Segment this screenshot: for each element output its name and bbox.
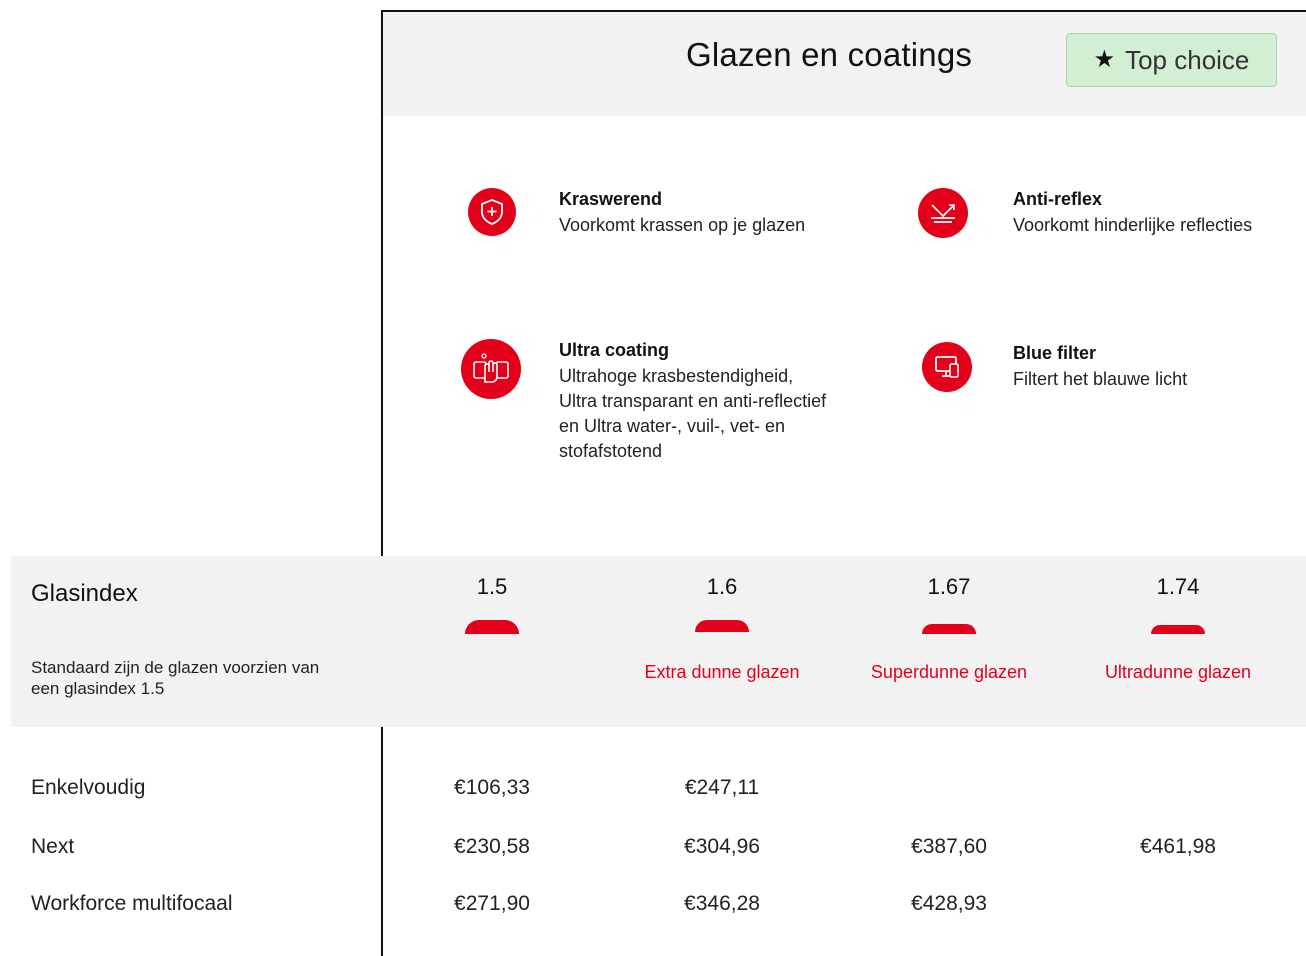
feature-blue-filter: Blue filter Filtert het blauwe licht <box>922 342 1283 392</box>
glasindex-option-1-74[interactable]: 1.74 Ultradunne glazen <box>1098 574 1258 685</box>
glasindex-note-text: Standaard zijn de glazen voorzien van ee… <box>31 658 320 698</box>
glasindex-label: Ultradunne glazen <box>1104 662 1252 682</box>
lens-shape-icon <box>465 620 519 634</box>
ultra-coating-icon <box>461 339 521 399</box>
top-choice-label: Top choice <box>1125 44 1250 75</box>
price-cell[interactable]: €247,11 <box>642 776 802 800</box>
coatings-panel <box>381 10 1306 956</box>
glasindex-value: 1.6 <box>706 574 738 599</box>
price-row-label-next: Next <box>31 835 75 858</box>
shield-plus-icon <box>468 188 516 236</box>
anti-reflex-icon <box>918 188 968 238</box>
price-cell[interactable]: €346,28 <box>642 892 802 916</box>
price-cell[interactable]: €230,58 <box>412 835 572 859</box>
page-title: Glazen en coatings <box>686 36 973 73</box>
price-row-label-enkelvoudig: Enkelvoudig <box>31 776 146 799</box>
price-cell[interactable]: €428,93 <box>869 892 1029 916</box>
glasindex-note: Standaard zijn de glazen voorzien van ee… <box>31 657 331 699</box>
glasindex-value: 1.5 <box>476 574 508 599</box>
price-cell[interactable]: €271,90 <box>412 892 572 916</box>
lens-shape-icon <box>1151 625 1205 634</box>
feature-description: Voorkomt krassen op je glazen <box>559 215 806 235</box>
glasindex-label: Superdunne glazen <box>870 662 1028 682</box>
glasindex-option-1-67[interactable]: 1.67 Superdunne glazen <box>869 574 1029 685</box>
price-cell[interactable]: €106,33 <box>412 776 572 800</box>
glasindex-value: 1.67 <box>927 574 971 599</box>
glasindex-option-1-5[interactable]: 1.5 <box>412 574 572 660</box>
feature-ultra-coating: Ultra coating Ultrahoge krasbestendighei… <box>461 339 829 464</box>
feature-description: Ultrahoge krasbestendigheid, Ultra trans… <box>559 366 827 461</box>
price-cell[interactable]: €387,60 <box>869 835 1029 859</box>
glasindex-value: 1.74 <box>1156 574 1200 599</box>
feature-anti-reflex: Anti-reflex Voorkomt hinderlijke reflect… <box>918 188 1283 238</box>
star-icon: ★ <box>1093 46 1116 73</box>
blue-filter-icon <box>922 342 972 392</box>
price-cell[interactable]: €461,98 <box>1098 835 1258 859</box>
feature-title: Anti-reflex <box>1013 189 1103 209</box>
lens-shape-icon <box>695 620 749 632</box>
top-choice-button[interactable]: ★ Top choice <box>1066 33 1277 87</box>
lens-shape-icon <box>922 624 976 634</box>
price-cell[interactable]: €304,96 <box>642 835 802 859</box>
price-row-label-workforce: Workforce multifocaal <box>31 892 233 915</box>
glasindex-option-1-6[interactable]: 1.6 Extra dunne glazen <box>642 574 802 685</box>
feature-description: Voorkomt hinderlijke reflecties <box>1013 215 1253 235</box>
glasindex-title: Glasindex <box>31 580 138 607</box>
feature-description: Filtert het blauwe licht <box>1013 369 1188 389</box>
feature-title: Ultra coating <box>559 340 670 360</box>
feature-title: Kraswerend <box>559 189 663 209</box>
feature-title: Blue filter <box>1013 343 1097 363</box>
feature-kraswerend: Kraswerend Voorkomt krassen op je glazen <box>468 188 829 238</box>
glasindex-label: Extra dunne glazen <box>644 662 800 682</box>
